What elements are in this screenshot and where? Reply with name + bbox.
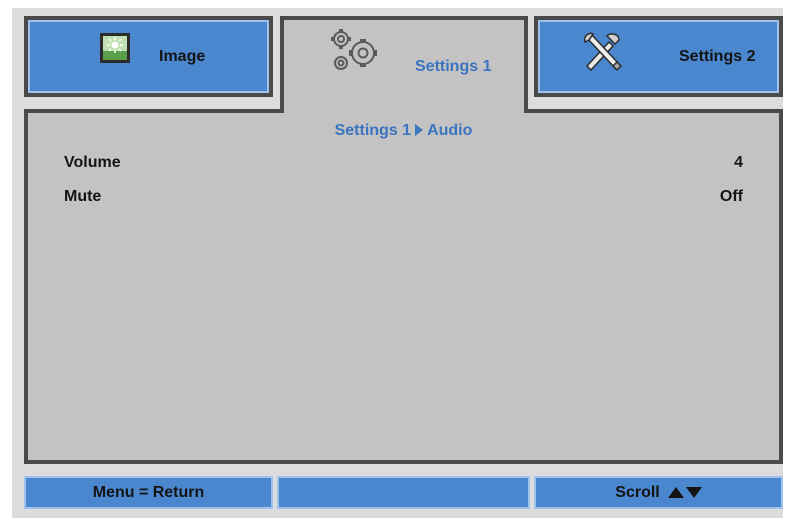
footer-menu-return: Menu = Return bbox=[24, 476, 273, 509]
gears-icon bbox=[329, 27, 381, 80]
footer-menu-return-label: Menu = Return bbox=[92, 483, 205, 501]
tab-settings-2-label: Settings 2 bbox=[679, 47, 756, 65]
setting-value: 4 bbox=[734, 154, 743, 171]
footer-scroll: Scroll bbox=[534, 476, 783, 509]
scroll-up-icon bbox=[667, 487, 684, 498]
breadcrumb-current: Audio bbox=[427, 122, 473, 139]
footer-scroll-label: Scroll bbox=[615, 483, 660, 501]
setting-row-mute[interactable]: Mute Off bbox=[64, 188, 743, 210]
tools-icon bbox=[581, 30, 625, 77]
tab-settings-2[interactable]: Settings 2 bbox=[534, 16, 783, 97]
breadcrumb: Settings 1 Audio bbox=[28, 122, 779, 140]
breadcrumb-parent: Settings 1 bbox=[334, 122, 412, 139]
setting-name: Volume bbox=[64, 154, 121, 171]
image-icon bbox=[98, 31, 132, 70]
setting-name: Mute bbox=[64, 188, 102, 205]
tab-image[interactable]: Image bbox=[24, 16, 273, 97]
tab-settings-1[interactable]: Settings 1 bbox=[280, 16, 528, 113]
tab-image-label: Image bbox=[159, 47, 206, 65]
footer-middle bbox=[277, 476, 530, 509]
setting-row-volume[interactable]: Volume 4 bbox=[64, 154, 743, 176]
tab-settings-1-label: Settings 1 bbox=[415, 57, 492, 75]
scroll-down-icon bbox=[685, 487, 702, 498]
breadcrumb-arrow-icon bbox=[415, 123, 424, 136]
setting-value: Off bbox=[719, 188, 743, 205]
settings-panel: Settings 1 Audio Volume 4 Mute Off bbox=[24, 109, 783, 464]
